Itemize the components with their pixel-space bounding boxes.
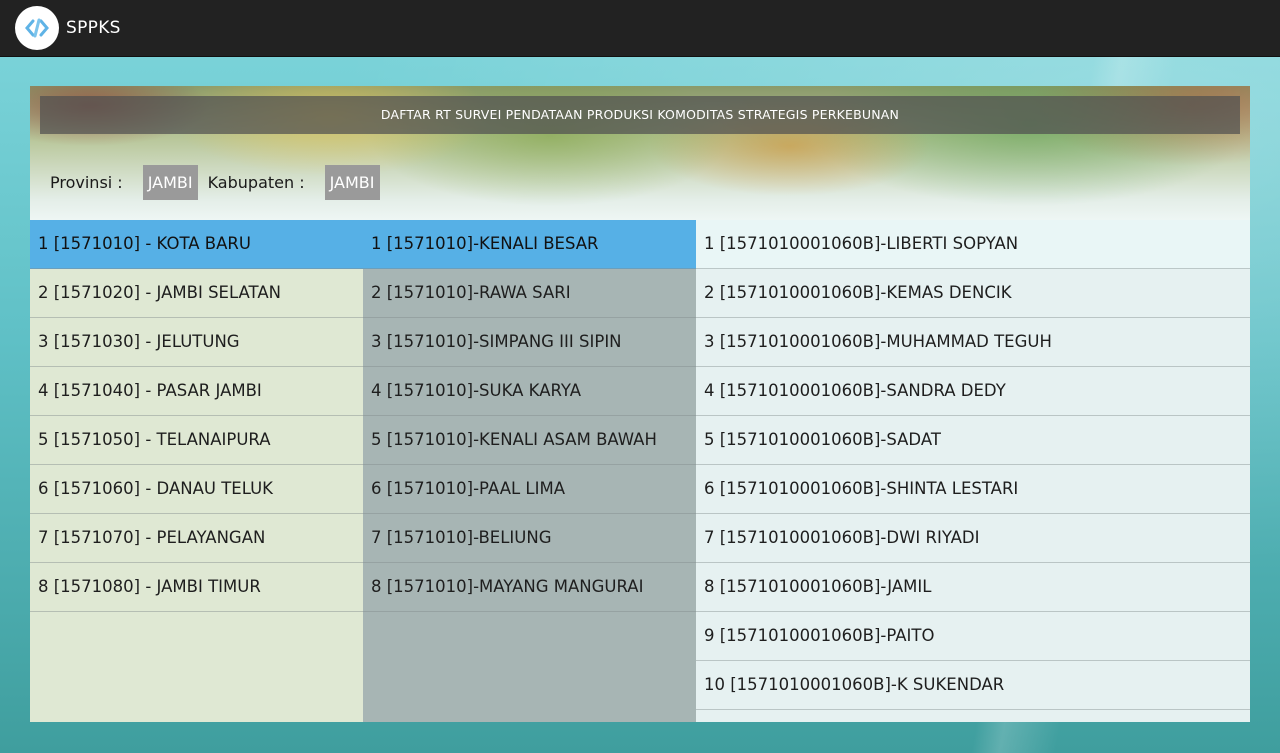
kecamatan-item[interactable]: 1 [1571010] - KOTA BARU [30, 220, 363, 269]
desa-item[interactable]: 4 [1571010]-SUKA KARYA [363, 367, 696, 416]
desa-item[interactable]: 8 [1571010]-MAYANG MANGURAI [363, 563, 696, 612]
filter-row: Provinsi : JAMBI Kabupaten : JAMBI [50, 165, 380, 200]
kecamatan-item[interactable]: 4 [1571040] - PASAR JAMBI [30, 367, 363, 416]
provinsi-selector[interactable]: JAMBI [142, 165, 198, 200]
app-bar: SPPKS [0, 0, 1280, 57]
kecamatan-item[interactable]: 8 [1571080] - JAMBI TIMUR [30, 563, 363, 612]
household-item[interactable]: 2 [1571010001060B]-KEMAS DENCIK [696, 269, 1250, 318]
desa-item[interactable]: 2 [1571010]-RAWA SARI [363, 269, 696, 318]
desa-item[interactable]: 7 [1571010]-BELIUNG [363, 514, 696, 563]
rumah-tangga-list[interactable]: 1 [1571010001060B]-LIBERTI SOPYAN 2 [157… [696, 220, 1250, 722]
app-title: SPPKS [66, 18, 121, 38]
desa-item[interactable]: 3 [1571010]-SIMPANG III SIPIN [363, 318, 696, 367]
provinsi-label: Provinsi : [50, 173, 123, 192]
household-item[interactable]: 7 [1571010001060B]-DWI RIYADI [696, 514, 1250, 563]
household-item[interactable]: 10 [1571010001060B]-K SUKENDAR [696, 661, 1250, 710]
household-item[interactable]: 3 [1571010001060B]-MUHAMMAD TEGUH [696, 318, 1250, 367]
kecamatan-item[interactable]: 6 [1571060] - DANAU TELUK [30, 465, 363, 514]
page-title: DAFTAR RT SURVEI PENDATAAN PRODUKSI KOMO… [40, 96, 1240, 134]
household-item[interactable]: 4 [1571010001060B]-SANDRA DEDY [696, 367, 1250, 416]
household-item[interactable]: 5 [1571010001060B]-SADAT [696, 416, 1250, 465]
kecamatan-list[interactable]: 1 [1571010] - KOTA BARU 2 [1571020] - JA… [30, 220, 363, 722]
household-item[interactable]: 6 [1571010001060B]-SHINTA LESTARI [696, 465, 1250, 514]
code-link-logo-icon[interactable] [15, 6, 59, 50]
desa-list[interactable]: 1 [1571010]-KENALI BESAR 2 [1571010]-RAW… [363, 220, 696, 722]
banner: DAFTAR RT SURVEI PENDATAAN PRODUKSI KOMO… [30, 86, 1250, 220]
kecamatan-item[interactable]: 2 [1571020] - JAMBI SELATAN [30, 269, 363, 318]
kabupaten-label: Kabupaten : [207, 173, 305, 192]
main-panel: DAFTAR RT SURVEI PENDATAAN PRODUKSI KOMO… [30, 86, 1250, 722]
kecamatan-item[interactable]: 3 [1571030] - JELUTUNG [30, 318, 363, 367]
desa-item[interactable]: 6 [1571010]-PAAL LIMA [363, 465, 696, 514]
household-item[interactable]: 1 [1571010001060B]-LIBERTI SOPYAN [696, 220, 1250, 269]
kecamatan-item[interactable]: 7 [1571070] - PELAYANGAN [30, 514, 363, 563]
desa-item[interactable]: 5 [1571010]-KENALI ASAM BAWAH [363, 416, 696, 465]
desa-item[interactable]: 1 [1571010]-KENALI BESAR [363, 220, 696, 269]
kecamatan-item[interactable]: 5 [1571050] - TELANAIPURA [30, 416, 363, 465]
logo-glyph [22, 13, 52, 43]
household-item[interactable]: 8 [1571010001060B]-JAMIL [696, 563, 1250, 612]
household-item[interactable]: 9 [1571010001060B]-PAITO [696, 612, 1250, 661]
kabupaten-selector[interactable]: JAMBI [324, 165, 380, 200]
